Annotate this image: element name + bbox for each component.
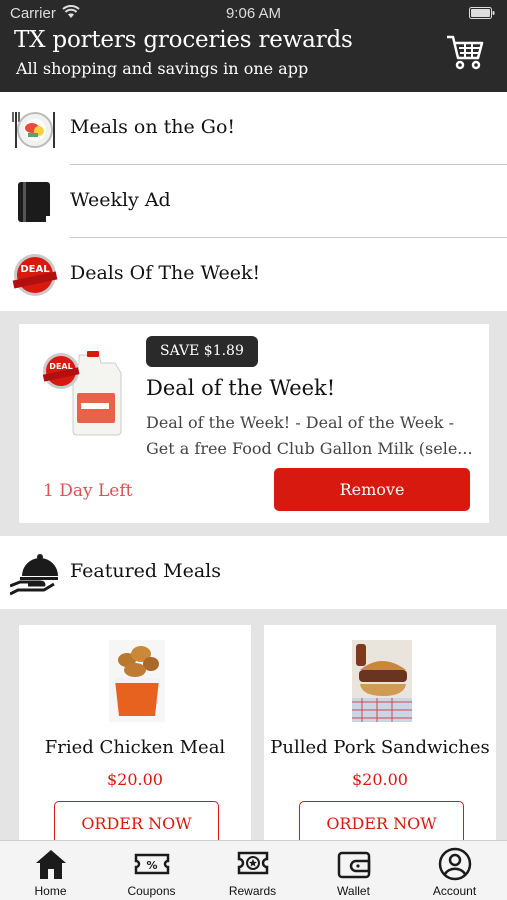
meal-name: Fried Chicken Meal [44, 737, 226, 758]
deal-description: Deal of the Week! - Deal of the Week - G… [146, 410, 476, 462]
app-title: TX porters groceries rewards [14, 27, 353, 53]
save-badge: SAVE $1.89 [146, 336, 258, 367]
meal-card-fried-chicken[interactable]: Fried Chicken Meal $20.00 ORDER NOW [19, 625, 251, 855]
svg-text:DEAL: DEAL [20, 264, 50, 275]
featured-meals-header[interactable]: Featured Meals [0, 536, 507, 609]
featured-meals-label: Featured Meals [70, 560, 221, 582]
home-icon [35, 850, 66, 879]
tab-label: Account [432, 884, 477, 898]
order-now-button[interactable]: ORDER NOW [299, 801, 464, 845]
menu-item-label: Weekly Ad [70, 189, 171, 211]
account-icon [438, 847, 471, 881]
fried-chicken-image [109, 640, 165, 722]
status-time: 9:06 AM [225, 5, 282, 22]
book-icon [18, 182, 52, 222]
svg-text:%: % [146, 859, 157, 872]
rewards-icon [237, 851, 268, 875]
menu-item-meals-on-the-go[interactable]: Meals on the Go! [0, 92, 507, 165]
meal-plate-icon [12, 112, 55, 148]
order-now-button[interactable]: ORDER NOW [54, 801, 219, 845]
menu-item-deals-of-the-week[interactable]: DEAL Deals Of The Week! [0, 238, 507, 311]
meal-price: $20.00 [107, 770, 163, 789]
tab-label: Rewards [228, 884, 277, 898]
menu-item-label: Deals Of The Week! [70, 262, 261, 284]
cloche-icon [10, 554, 58, 596]
tab-bar: Home % Coupons Rewards Wallet Account [0, 840, 507, 900]
tab-home[interactable]: Home [0, 841, 101, 900]
menu-item-weekly-ad[interactable]: Weekly Ad [0, 165, 507, 238]
meal-name: Pulled Pork Sandwiches [270, 737, 490, 758]
days-left-label: 1 Day Left [43, 481, 133, 501]
svg-text:DEAL: DEAL [49, 362, 72, 371]
remove-button[interactable]: Remove [274, 468, 470, 511]
deal-description-line: Deal of the Week! - Deal of the Week - [146, 413, 454, 432]
tab-account[interactable]: Account [404, 841, 505, 900]
deal-description-line: Get a free Food Club Gallon Milk (sele..… [146, 439, 473, 458]
meal-price: $20.00 [352, 770, 408, 789]
meal-card-pulled-pork[interactable]: Pulled Pork Sandwiches $20.00 ORDER NOW [264, 625, 496, 855]
battery-icon [469, 7, 495, 19]
tab-label: Home [34, 884, 67, 898]
coupon-icon: % [134, 853, 169, 875]
tab-coupons[interactable]: % Coupons [101, 841, 202, 900]
cart-icon[interactable] [445, 32, 485, 70]
deal-badge-icon: DEAL [12, 254, 58, 296]
status-bar: Carrier 9:06 AM [0, 0, 507, 26]
app-subtitle: All shopping and savings in one app [16, 59, 309, 78]
menu-item-label: Meals on the Go! [70, 116, 236, 138]
tab-label: Coupons [127, 884, 176, 898]
tab-label: Wallet [337, 884, 370, 898]
deal-title: Deal of the Week! [146, 376, 336, 400]
tab-rewards[interactable]: Rewards [202, 841, 303, 900]
tab-wallet[interactable]: Wallet [303, 841, 404, 900]
pulled-pork-image [352, 640, 412, 722]
milk-gallon-image: DEAL [42, 351, 122, 436]
wallet-icon [337, 851, 370, 879]
deal-card[interactable]: DEAL SAVE $1.89 Deal of the Week! Deal o… [19, 324, 489, 523]
app-header: Carrier 9:06 AM TX porters groceries rew… [0, 0, 507, 92]
